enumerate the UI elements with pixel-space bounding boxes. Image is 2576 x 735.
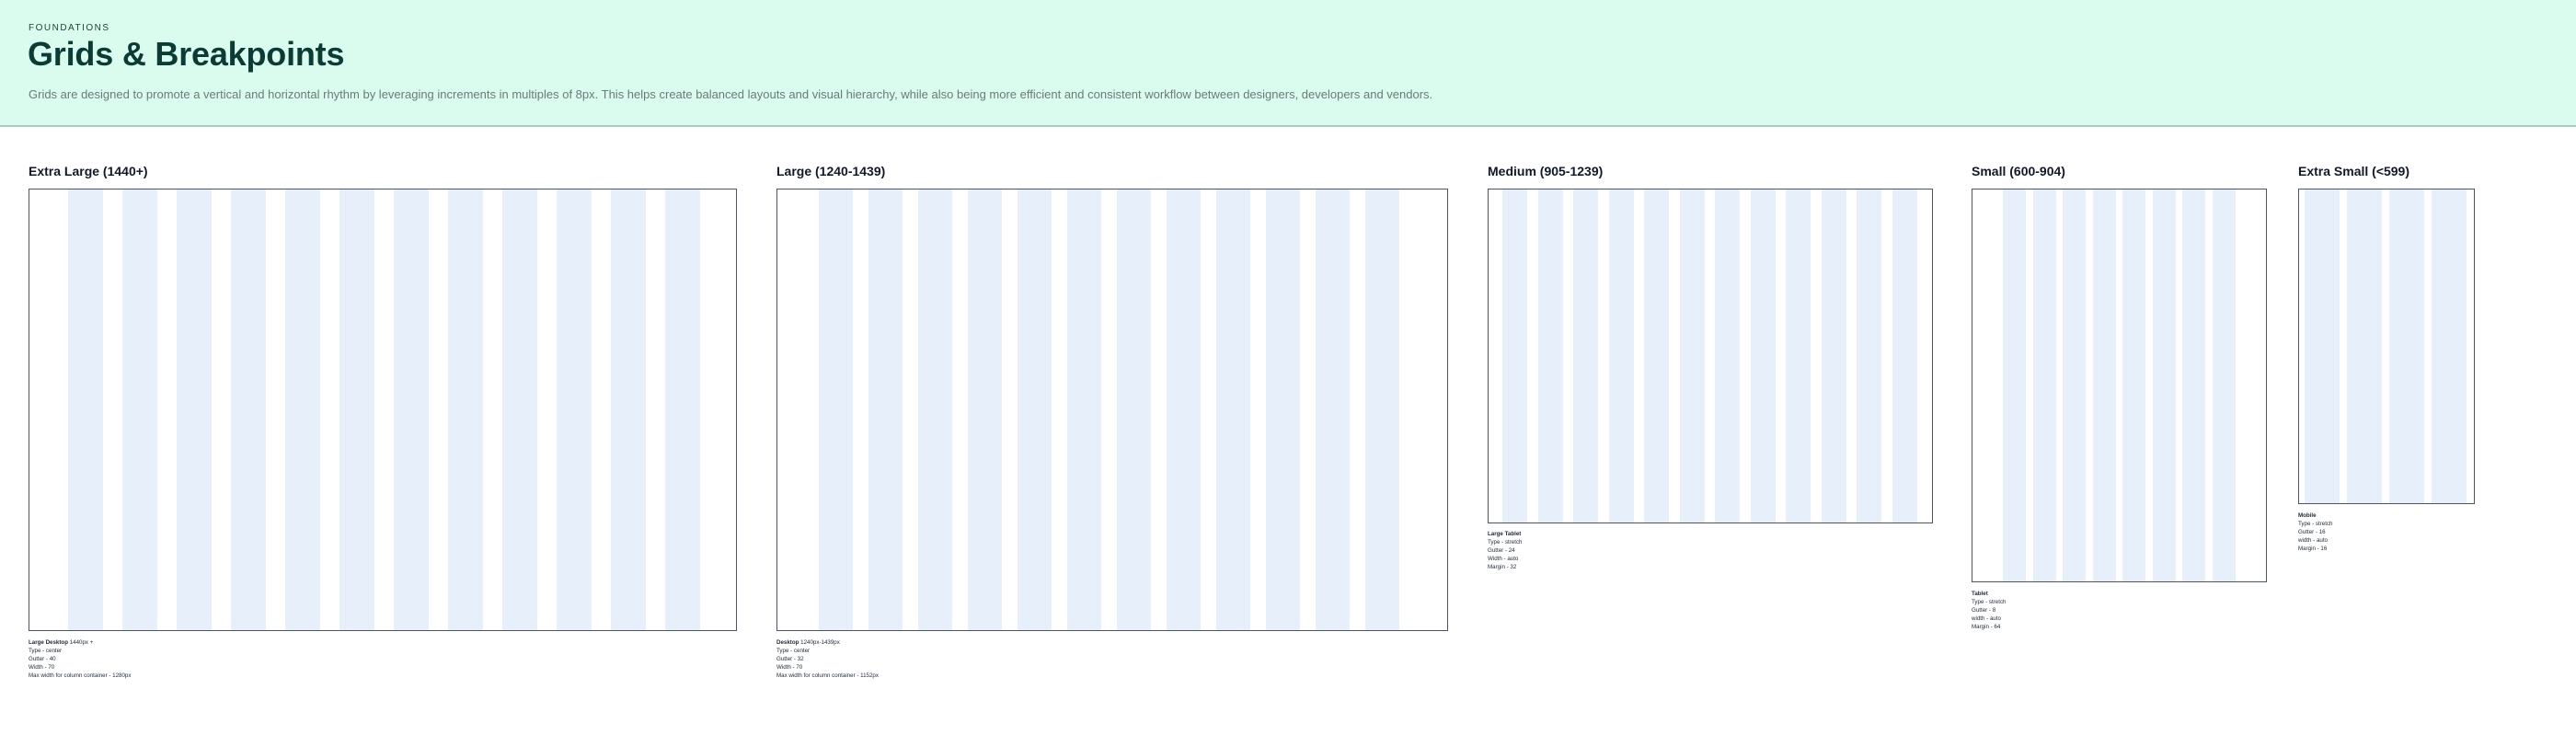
grid-column xyxy=(1573,189,1598,523)
notes-line: Type - stretch xyxy=(1972,599,2007,605)
notes-line: Gutter - 32 xyxy=(776,656,804,662)
grid-column xyxy=(2092,189,2116,581)
breakpoint-title-md: Medium (905-1239) xyxy=(1488,164,1604,178)
grid-column xyxy=(819,189,853,630)
grid-column xyxy=(1216,189,1250,630)
breakpoint-title-lg: Large (1240-1439) xyxy=(776,164,886,178)
grid-column xyxy=(2305,189,2340,503)
breakpoint-title-xl: Extra Large (1440+) xyxy=(29,164,148,178)
grid-notes-lg: Desktop 1240px-1439px Type - center Gutt… xyxy=(776,638,879,680)
notes-line: width - auto xyxy=(1972,615,2001,622)
grid-column xyxy=(1266,189,1300,630)
notes-line: Margin - 64 xyxy=(1972,624,2001,630)
grid-column xyxy=(2152,189,2176,581)
page-title: Grids & Breakpoints xyxy=(28,35,345,73)
notes-line: Type - stretch xyxy=(1488,539,1523,546)
notes-line: Width - 70 xyxy=(776,664,803,671)
grid-column xyxy=(1857,189,1881,523)
grid-column xyxy=(1316,189,1350,630)
notes-name: Desktop xyxy=(776,639,799,646)
grid-frame-lg xyxy=(776,189,1448,631)
notes-line: Max width for column container - 1280px xyxy=(29,672,132,679)
notes-range: 1240px-1439px xyxy=(800,639,840,646)
grid-notes-xl: Large Desktop 1440px + Type - center Gut… xyxy=(29,638,131,680)
grid-column xyxy=(2182,189,2205,581)
grid-column xyxy=(1786,189,1811,523)
notes-line: Margin - 16 xyxy=(2298,546,2328,552)
grid-notes-xs: Mobile Type - stretch Gutter - 16 width … xyxy=(2298,511,2332,553)
grid-column xyxy=(1750,189,1776,523)
grid-column xyxy=(448,189,483,630)
grid-column xyxy=(1502,189,1527,523)
grid-column xyxy=(2122,189,2145,581)
notes-line: Width - 70 xyxy=(29,664,55,671)
grid-frame-sm xyxy=(1972,189,2267,582)
notes-range: 1440px + xyxy=(69,639,94,646)
notes-line: width - auto xyxy=(2298,537,2328,544)
grid-column xyxy=(1892,189,1917,523)
grid-column xyxy=(1018,189,1052,630)
grid-column xyxy=(1715,189,1740,523)
grid-column xyxy=(1167,189,1201,630)
notes-name: Large Desktop xyxy=(29,639,68,646)
grid-column xyxy=(1821,189,1846,523)
notes-line: Type - center xyxy=(776,648,811,654)
grid-column xyxy=(2389,189,2424,503)
grid-column xyxy=(1608,189,1634,523)
grid-column xyxy=(68,189,103,630)
notes-name: Mobile xyxy=(2298,512,2317,519)
notes-line: Margin - 32 xyxy=(1488,564,1517,570)
notes-line: Type - stretch xyxy=(2298,521,2333,527)
header-banner: FOUNDATIONS Grids & Breakpoints Grids ar… xyxy=(0,0,2576,127)
grid-column xyxy=(502,189,537,630)
grid-column xyxy=(665,189,700,630)
grid-frame-xl xyxy=(29,189,737,631)
grid-column xyxy=(1537,189,1563,523)
grid-frame-xs xyxy=(2298,189,2475,504)
notes-line: Type - center xyxy=(29,648,63,654)
grid-column xyxy=(2063,189,2086,581)
breakpoint-title-xs: Extra Small (<599) xyxy=(2298,164,2410,178)
grid-column xyxy=(177,189,212,630)
grid-column xyxy=(1679,189,1705,523)
grid-column xyxy=(868,189,903,630)
grid-column xyxy=(285,189,320,630)
grid-column xyxy=(2032,189,2056,581)
grid-column xyxy=(122,189,157,630)
notes-line: Gutter - 16 xyxy=(2298,529,2326,535)
grid-column xyxy=(2347,189,2382,503)
grid-column xyxy=(1365,189,1399,630)
grid-column xyxy=(339,189,374,630)
grid-frame-md xyxy=(1488,189,1933,523)
breakpoint-title-sm: Small (600-904) xyxy=(1972,164,2065,178)
notes-name: Large Tablet xyxy=(1488,531,1522,537)
notes-line: Max width for column container - 1152px xyxy=(776,672,879,679)
notes-line: Width - auto xyxy=(1488,556,1519,562)
grid-column xyxy=(2212,189,2236,581)
grid-column xyxy=(394,189,429,630)
grid-column xyxy=(2432,189,2467,503)
grid-column xyxy=(557,189,592,630)
eyebrow-label: FOUNDATIONS xyxy=(29,23,110,33)
grid-column xyxy=(968,189,1002,630)
grid-column xyxy=(611,189,646,630)
grid-column xyxy=(2003,189,2026,581)
grid-notes-md: Large Tablet Type - stretch Gutter - 24 … xyxy=(1488,530,1522,571)
notes-line: Gutter - 8 xyxy=(1972,607,1996,614)
notes-line: Gutter - 24 xyxy=(1488,547,1515,554)
notes-line: Gutter - 40 xyxy=(29,656,56,662)
grid-column xyxy=(1117,189,1151,630)
grid-column xyxy=(1644,189,1669,523)
page-description: Grids are designed to promote a vertical… xyxy=(29,87,1433,101)
notes-name: Tablet xyxy=(1972,591,1988,597)
grid-column xyxy=(1067,189,1101,630)
grid-notes-sm: Tablet Type - stretch Gutter - 8 width -… xyxy=(1972,590,2006,631)
grid-column xyxy=(231,189,266,630)
grid-column xyxy=(918,189,952,630)
